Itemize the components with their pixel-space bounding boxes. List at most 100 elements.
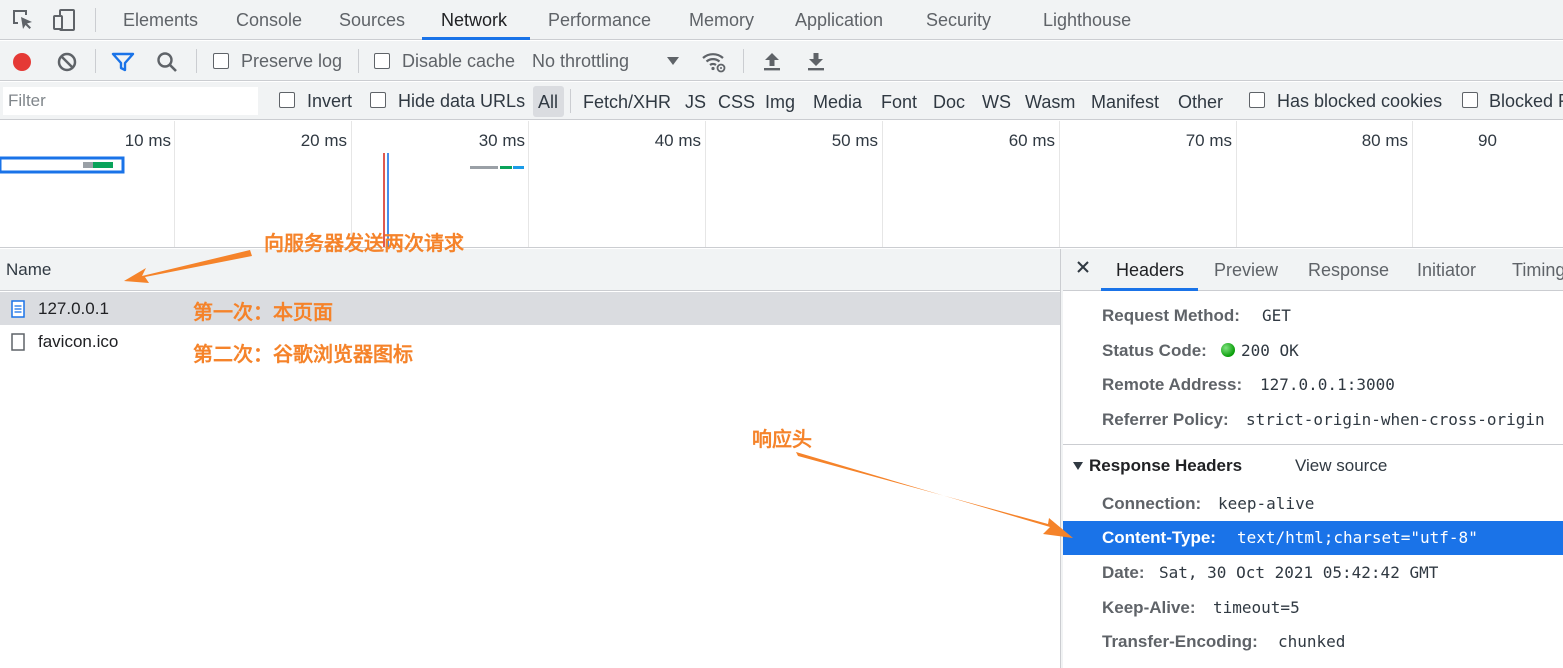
favicon-bar-waiting [500,166,512,169]
details-tab-headers[interactable]: Headers [1116,249,1184,291]
request-name: 127.0.0.1 [38,299,109,318]
response-header-row[interactable]: Keep-Alive: timeout=5 [1063,591,1563,625]
header-key: Date: [1102,563,1145,582]
throttling-select[interactable]: No throttling [532,51,629,72]
header-value: Sat, 30 Oct 2021 05:42:42 GMT [1159,563,1439,582]
favicon-bar-queued [470,166,498,169]
request-details-panel: Headers Preview Response Initiator Timin… [1063,249,1563,668]
status-ok-icon [1221,343,1235,357]
header-key: Content-Type: [1102,528,1216,547]
header-key: Request Method: [1102,306,1240,325]
filter-type-fetch-xhr[interactable]: Fetch/XHR [583,82,671,120]
tab-network[interactable]: Network [441,0,507,40]
triangle-down-icon[interactable] [1073,462,1083,470]
header-value: GET [1262,306,1291,325]
clear-icon[interactable] [54,49,80,75]
response-header-row-selected[interactable]: Content-Type: text/html;charset="utf-8" [1063,521,1563,555]
devtools-tab-bar: Elements Console Sources Network Perform… [0,0,1563,40]
general-header-row[interactable]: Referrer Policy: strict-origin-when-cros… [1063,403,1563,437]
blocked-requests-label: Blocked R [1489,91,1563,111]
filter-type-manifest[interactable]: Manifest [1091,82,1159,120]
filter-icon[interactable] [110,49,136,75]
name-column-header[interactable]: Name [6,249,51,291]
filter-type-font[interactable]: Font [881,82,917,120]
filter-type-wasm[interactable]: Wasm [1025,82,1075,120]
blocked-requests-checkbox[interactable] [1462,92,1478,108]
chevron-down-icon[interactable] [666,54,680,68]
general-header-row[interactable]: Request Method: GET [1063,299,1563,333]
close-icon[interactable] [1075,259,1091,275]
filter-type-js[interactable]: JS [685,82,706,120]
request-list-header[interactable]: Name [0,249,1060,291]
network-toolbar: Preserve log Disable cache No throttling [0,41,1563,81]
toolbar-divider [95,49,96,73]
hide-data-urls-checkbox[interactable] [370,92,386,108]
header-value: strict-origin-when-cross-origin [1246,410,1545,429]
tab-lighthouse[interactable]: Lighthouse [1043,0,1131,40]
general-header-row[interactable]: Status Code: 200 OK [1063,334,1563,368]
has-blocked-cookies-checkbox[interactable] [1249,92,1265,108]
view-source-link[interactable]: View source [1295,451,1387,481]
import-har-icon[interactable] [759,49,785,75]
tab-console[interactable]: Console [236,0,302,40]
toolbar-divider [358,49,359,73]
invert-checkbox[interactable] [279,92,295,108]
details-tab-initiator[interactable]: Initiator [1417,249,1476,291]
disable-cache-label: Disable cache [402,51,516,71]
toolbar-divider [570,89,571,113]
details-tab-response[interactable]: Response [1308,249,1389,291]
network-conditions-icon[interactable] [701,49,727,75]
tab-security[interactable]: Security [926,0,991,40]
file-icon [11,333,25,351]
inspect-element-icon[interactable] [10,7,36,33]
header-key: Remote Address: [1102,375,1243,394]
request-row-127-0-0-1[interactable]: 127.0.0.1 [0,292,1060,325]
response-headers-title[interactable]: Response Headers [1089,451,1242,481]
filter-type-media[interactable]: Media [813,82,862,120]
export-har-icon[interactable] [803,49,829,75]
timeline-bars [0,153,524,247]
invert-label: Invert [307,91,353,111]
tab-application[interactable]: Application [795,0,883,40]
filter-type-ws[interactable]: WS [982,82,1011,120]
device-toolbar-icon[interactable] [52,7,78,33]
filter-type-other[interactable]: Other [1178,82,1223,120]
annotation-second-request: 第二次：谷歌浏览器图标 [193,342,413,366]
record-icon[interactable] [9,49,35,75]
hide-data-urls-label: Hide data URLs [398,91,526,111]
filter-type-img[interactable]: Img [765,82,795,120]
tab-elements[interactable]: Elements [123,0,198,40]
tab-performance[interactable]: Performance [548,0,651,40]
request-row-favicon[interactable]: favicon.ico [0,325,1060,358]
response-header-row[interactable]: Date: Sat, 30 Oct 2021 05:42:42 GMT [1063,556,1563,590]
header-key: Transfer-Encoding: [1102,632,1258,651]
toolbar-divider [743,49,744,73]
tab-memory[interactable]: Memory [689,0,754,40]
filter-type-css[interactable]: CSS [718,82,755,120]
details-tab-timing[interactable]: Timing [1512,249,1563,291]
general-header-row[interactable]: Remote Address: 127.0.0.1:3000 [1063,368,1563,402]
section-divider [1063,444,1563,445]
details-tab-bar: Headers Preview Response Initiator Timin… [1063,249,1563,291]
status-value-wrapper: 200 OK [1221,334,1299,368]
tab-sources[interactable]: Sources [339,0,405,40]
annotation-first-request: 第一次：本页面 [193,300,333,324]
request-bar-queued [83,162,93,168]
search-icon[interactable] [154,49,180,75]
filter-input[interactable] [3,87,258,115]
response-header-row[interactable]: Transfer-Encoding: chunked [1063,625,1563,659]
filter-bar: Invert Hide data URLs All Fetch/XHR JS C… [0,82,1563,120]
preserve-log-checkbox[interactable] [213,53,229,69]
header-value: keep-alive [1218,494,1315,513]
annotation-response-header: 响应头 [752,427,812,451]
details-tab-preview[interactable]: Preview [1214,249,1278,291]
response-header-row[interactable]: Connection: keep-alive [1063,487,1563,521]
annotation-two-requests: 向服务器发送两次请求 [264,231,464,255]
preserve-log-label: Preserve log [241,51,343,71]
filter-type-all[interactable]: All [538,82,558,120]
disable-cache-checkbox[interactable] [374,53,390,69]
network-overview-timeline[interactable]: 10 ms 20 ms 30 ms 40 ms 50 ms 60 ms 70 m… [0,121,1563,248]
header-key: Status Code: [1102,341,1207,360]
request-list-panel: Name 127.0.0.1 favicon.ico [0,249,1060,668]
filter-type-doc[interactable]: Doc [933,82,965,120]
